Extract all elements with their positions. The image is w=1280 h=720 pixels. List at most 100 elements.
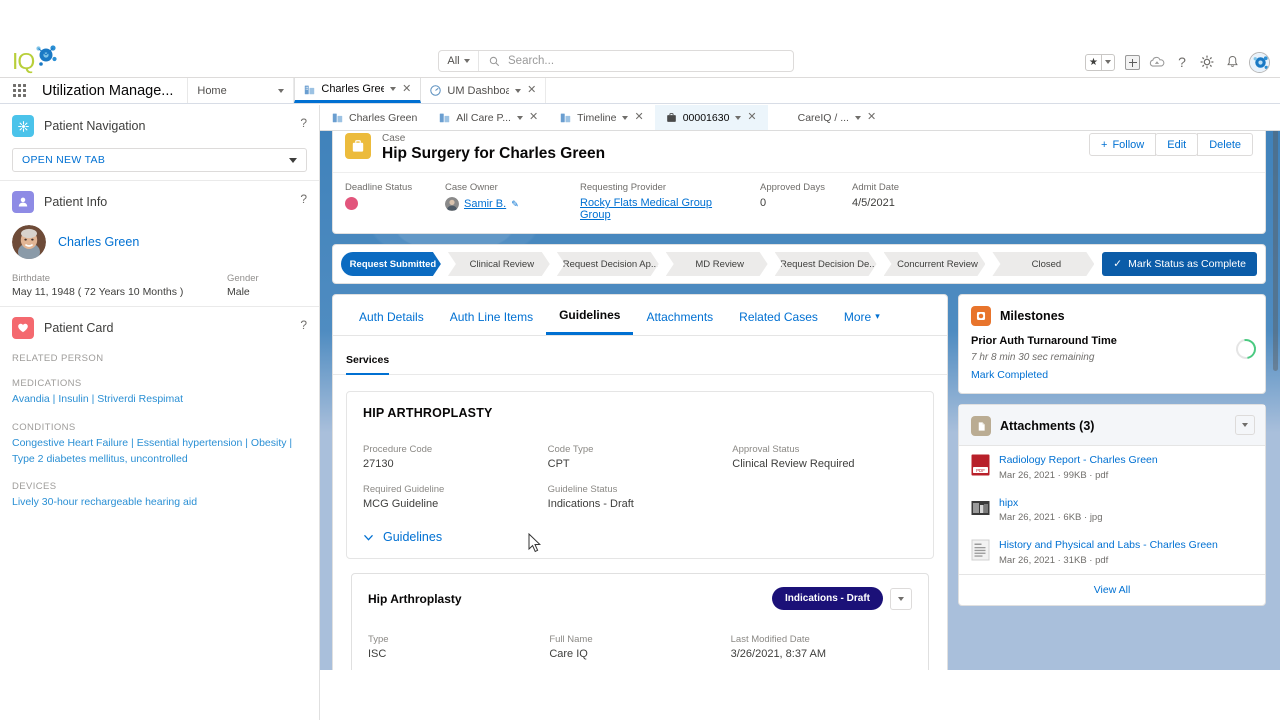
tab-guidelines[interactable]: Guidelines <box>546 295 634 335</box>
path-step-closed[interactable]: Closed <box>992 252 1094 276</box>
section-value[interactable]: Avandia | Insulin | Striverdi Respimat <box>12 392 307 408</box>
attachment-item[interactable]: PDF Radiology Report - Charles Green Mar… <box>959 446 1265 489</box>
chevron-down-icon[interactable] <box>390 87 397 91</box>
tab-home[interactable]: Home <box>188 78 295 103</box>
subtab-charles-green[interactable]: Charles Green <box>320 105 428 130</box>
settings-gear-icon[interactable] <box>1199 54 1215 70</box>
status-path: Request Submitted Clinical Review Reques… <box>341 252 1094 276</box>
help-icon[interactable]: ? <box>300 192 307 206</box>
patient-birthdate-field: Birthdate May 11, 1948 ( 72 Years 10 Mon… <box>12 273 227 298</box>
subtab-timeline[interactable]: Timeline ✕ <box>549 105 655 130</box>
chevron-down-icon[interactable] <box>735 115 742 120</box>
field-value: Indications - Draft <box>547 498 634 510</box>
chevron-down-icon[interactable] <box>515 88 522 93</box>
attachment-name[interactable]: History and Physical and Labs - Charles … <box>999 539 1218 552</box>
field-full-name: Full Name Care IQ <box>549 634 730 660</box>
document-file-icon <box>971 539 990 561</box>
record-actions: + Follow Edit Delete <box>1089 133 1253 156</box>
chevron-down-icon: ▾ <box>875 311 880 321</box>
field-label: Code Type <box>547 444 594 455</box>
subtab-label: Timeline <box>577 111 617 124</box>
case-owner-link[interactable]: Samir B. <box>464 198 506 210</box>
chevron-down-icon[interactable] <box>622 115 629 120</box>
help-icon[interactable]: ? <box>300 116 307 130</box>
favorites-star-icon[interactable]: ★ <box>1086 55 1101 70</box>
mark-status-complete-button[interactable]: ✓ Mark Status as Complete <box>1102 252 1257 276</box>
add-icon[interactable] <box>1124 54 1140 70</box>
record-title: Hip Surgery for Charles Green <box>382 145 606 162</box>
molecule-icon <box>36 45 57 66</box>
attachment-name[interactable]: Radiology Report - Charles Green <box>999 454 1158 467</box>
path-step-clinical-review[interactable]: Clinical Review <box>448 252 550 276</box>
attachment-item[interactable]: History and Physical and Labs - Charles … <box>959 531 1265 574</box>
subtab-case-00001630[interactable]: 00001630 ✕ <box>654 105 768 130</box>
record-tabset: Auth Details Auth Line Items Guidelines … <box>333 295 947 336</box>
close-icon[interactable]: ✕ <box>402 83 411 95</box>
requesting-provider-link[interactable]: Rocky Flats Medical Group Group <box>580 197 742 221</box>
account-icon <box>440 113 450 123</box>
mark-completed-link[interactable]: Mark Completed <box>971 369 1253 381</box>
section-value[interactable]: Congestive Heart Failure | Essential hyp… <box>12 436 307 468</box>
close-icon[interactable]: ✕ <box>867 112 876 123</box>
path-step-md-review[interactable]: MD Review <box>666 252 768 276</box>
field-label: Full Name <box>549 634 593 645</box>
stage-scrollbar-thumb[interactable] <box>1273 111 1278 371</box>
search-input[interactable]: Search... <box>508 55 554 67</box>
close-icon[interactable]: ✕ <box>747 112 756 123</box>
change-owner-icon[interactable]: ✎ <box>511 199 519 210</box>
milestone-name: Prior Auth Turnaround Time <box>971 335 1117 347</box>
attachment-meta: Mar 26, 2021 · 6KB · jpg <box>999 512 1103 524</box>
favorites-control[interactable]: ★ <box>1085 53 1115 71</box>
patient-name-link[interactable]: Charles Green <box>58 235 139 249</box>
subtab-careiq[interactable]: CareIQ / ... ✕ <box>768 105 888 130</box>
close-icon[interactable]: ✕ <box>527 85 536 96</box>
delete-button[interactable]: Delete <box>1197 133 1253 156</box>
chevron-down-icon[interactable] <box>516 115 523 120</box>
section-value[interactable]: Lively 30-hour rechargeable hearing aid <box>12 495 307 511</box>
guideline-menu-button[interactable] <box>890 587 912 610</box>
notifications-bell-icon[interactable] <box>1224 54 1240 70</box>
user-avatar[interactable] <box>1249 51 1270 73</box>
search-scope-selector[interactable]: All <box>439 51 479 71</box>
tab-auth-line-items[interactable]: Auth Line Items <box>437 295 546 335</box>
tab-um-dashboard[interactable]: UM Dashboard ✕ <box>421 78 547 103</box>
field-approval-status: Approval Status Clinical Review Required <box>732 444 917 470</box>
app-name-label[interactable]: Utilization Manage... <box>38 78 189 103</box>
subtab-services[interactable]: Services <box>346 354 390 375</box>
path-step-request-decision-denied[interactable]: Request Decision De... <box>775 252 877 276</box>
path-step-concurrent-review[interactable]: Concurrent Review <box>884 252 986 276</box>
record-body: Auth Details Auth Line Items Guidelines … <box>332 294 1266 670</box>
view-all-attachments-link[interactable]: View All <box>959 573 1265 605</box>
tab-related-cases[interactable]: Related Cases <box>726 295 831 335</box>
close-icon[interactable]: ✕ <box>529 112 538 123</box>
open-new-tab-select[interactable]: OPEN NEW TAB <box>12 148 307 172</box>
path-step-request-decision-approved[interactable]: Request Decision Ap... <box>557 252 659 276</box>
follow-button[interactable]: + Follow <box>1089 133 1157 156</box>
guidelines-collapse-toggle[interactable]: Guidelines <box>363 530 917 544</box>
tab-charles-green[interactable]: Charles Green ✕ <box>294 78 422 103</box>
app-launcher-icon[interactable] <box>0 78 38 103</box>
edit-button[interactable]: Edit <box>1155 133 1199 156</box>
field-value: 27130 <box>363 458 394 470</box>
subtab-all-care-plans[interactable]: All Care P... ✕ <box>428 105 549 130</box>
cloud-setup-icon[interactable] <box>1149 54 1165 70</box>
record-sheet: Case Hip Surgery for Charles Green + Fol… <box>332 122 1266 670</box>
close-icon[interactable]: ✕ <box>634 112 643 123</box>
chevron-down-icon[interactable] <box>854 115 861 120</box>
path-step-request-submitted[interactable]: Request Submitted <box>341 252 441 276</box>
case-briefcase-icon <box>345 133 371 159</box>
stage-scrollbar-track[interactable] <box>1272 105 1279 670</box>
favorites-dropdown-icon[interactable] <box>1101 54 1114 70</box>
tab-more[interactable]: More ▾ <box>831 295 893 335</box>
tab-attachments[interactable]: Attachments <box>633 295 726 335</box>
chevron-down-icon[interactable] <box>278 88 285 93</box>
tab-auth-details[interactable]: Auth Details <box>346 295 437 335</box>
help-icon[interactable]: ? <box>1174 54 1190 70</box>
careiq-logo[interactable]: IQ <box>10 44 68 76</box>
attachment-name[interactable]: hipx <box>999 497 1103 510</box>
field-type: Type ISC <box>368 634 549 660</box>
attachments-menu-button[interactable] <box>1235 415 1255 435</box>
attachment-item[interactable]: hipx Mar 26, 2021 · 6KB · jpg <box>959 489 1265 532</box>
global-search-bar[interactable]: All Search... <box>438 50 794 72</box>
help-icon[interactable]: ? <box>300 318 307 332</box>
